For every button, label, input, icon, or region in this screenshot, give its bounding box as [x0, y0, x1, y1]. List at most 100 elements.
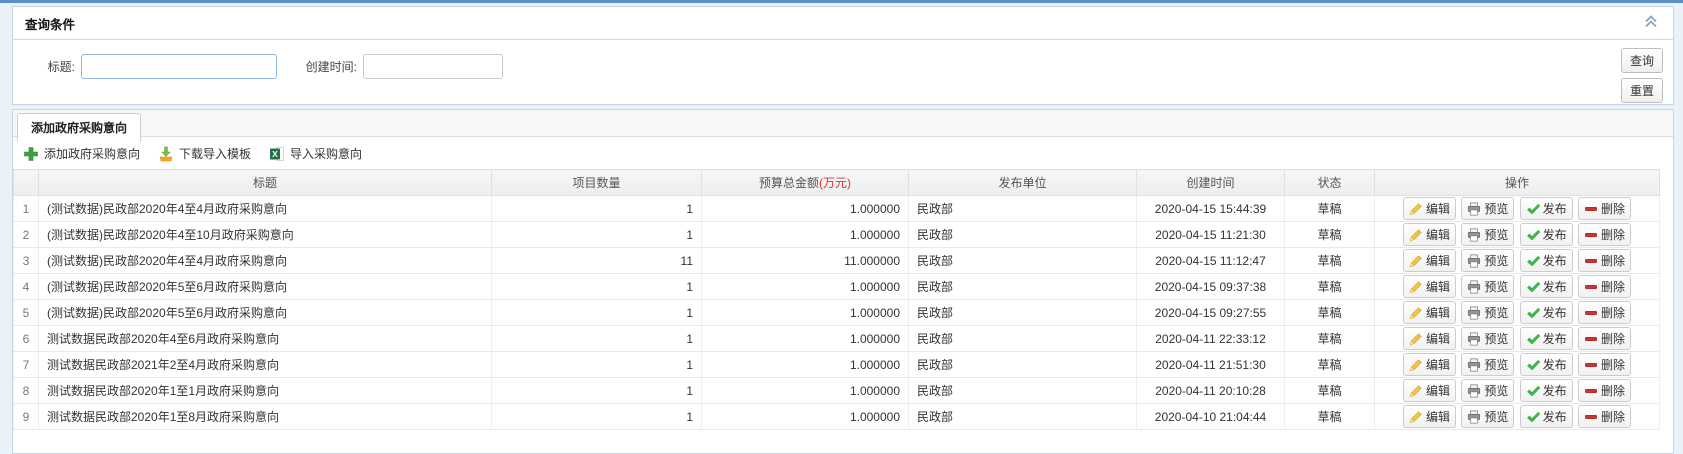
publish-button[interactable]: 发布 [1519, 327, 1573, 350]
minus-icon [1584, 228, 1598, 242]
query-form: 标题: 创建时间: 查询 重置 [13, 40, 1673, 104]
pencil-icon [1409, 280, 1423, 294]
minus-icon [1584, 202, 1598, 216]
preview-button[interactable]: 预览 [1461, 379, 1515, 402]
publish-button[interactable]: 发布 [1519, 353, 1573, 376]
top-accent-bar [0, 0, 1683, 3]
row-project-count: 1 [491, 325, 702, 352]
procurement-intentions-table: 标题 项目数量 预算总金额(万元) 发布单位 创建时间 状态 操作 1 (测试数… [13, 169, 1660, 430]
pencil-icon [1409, 306, 1423, 320]
check-icon [1526, 254, 1540, 268]
delete-button[interactable]: 删除 [1578, 405, 1632, 428]
column-header-count: 项目数量 [491, 169, 702, 196]
delete-button[interactable]: 删除 [1578, 223, 1632, 246]
preview-button[interactable]: 预览 [1461, 249, 1515, 272]
delete-button[interactable]: 删除 [1578, 275, 1632, 298]
row-index: 5 [13, 299, 39, 326]
procurement-table-panel: 添加政府采购意向 添加政府采购意向 下载导入模板 X 导入采购意向 标题 项目数… [12, 109, 1674, 454]
row-actions: 编辑 预览 发布 删除 [1374, 247, 1660, 274]
publish-button[interactable]: 发布 [1519, 223, 1573, 246]
delete-button[interactable]: 删除 [1578, 327, 1632, 350]
excel-icon: X [269, 146, 285, 162]
row-index: 8 [13, 377, 39, 404]
delete-button[interactable]: 删除 [1578, 301, 1632, 324]
row-created-time: 2020-04-10 21:04:44 [1136, 403, 1285, 430]
pencil-icon [1409, 410, 1423, 424]
table-header: 标题 项目数量 预算总金额(万元) 发布单位 创建时间 状态 操作 [13, 169, 1660, 196]
check-icon [1526, 384, 1540, 398]
row-index: 2 [13, 221, 39, 248]
row-budget-total: 1.000000 [701, 325, 909, 352]
edit-button[interactable]: 编辑 [1402, 405, 1456, 428]
edit-button[interactable]: 编辑 [1402, 249, 1456, 272]
svg-text:X: X [272, 149, 278, 159]
preview-button[interactable]: 预览 [1461, 301, 1515, 324]
publish-button[interactable]: 发布 [1519, 275, 1573, 298]
plus-icon [23, 146, 39, 162]
edit-button[interactable]: 编辑 [1402, 275, 1456, 298]
minus-icon [1584, 410, 1598, 424]
publish-button[interactable]: 发布 [1519, 405, 1573, 428]
row-created-time: 2020-04-15 15:44:39 [1136, 195, 1285, 222]
delete-button[interactable]: 删除 [1578, 353, 1632, 376]
check-icon [1526, 358, 1540, 372]
printer-icon [1467, 280, 1481, 294]
row-actions: 编辑 预览 发布 删除 [1374, 299, 1660, 326]
minus-icon [1584, 384, 1598, 398]
publish-button[interactable]: 发布 [1519, 197, 1573, 220]
table-row: 6 测试数据民政部2020年4至6月政府采购意向 1 1.000000 民政部 … [13, 325, 1660, 352]
minus-icon [1584, 306, 1598, 320]
row-publish-org: 民政部 [908, 325, 1137, 352]
created-time-input[interactable] [363, 54, 503, 79]
delete-button[interactable]: 删除 [1578, 197, 1632, 220]
row-budget-total: 1.000000 [701, 377, 909, 404]
search-button[interactable]: 查询 [1620, 48, 1663, 73]
row-publish-org: 民政部 [908, 351, 1137, 378]
publish-button[interactable]: 发布 [1519, 301, 1573, 324]
table-body: 1 (测试数据)民政部2020年4至4月政府采购意向 1 1.000000 民政… [13, 195, 1660, 430]
row-publish-org: 民政部 [908, 377, 1137, 404]
collapse-panel-button[interactable] [1643, 13, 1661, 29]
delete-button[interactable]: 删除 [1578, 379, 1632, 402]
check-icon [1526, 280, 1540, 294]
reset-button[interactable]: 重置 [1620, 78, 1663, 103]
row-budget-total: 1.000000 [701, 299, 909, 326]
import-procurement-intention-label: 导入采购意向 [290, 147, 363, 161]
edit-button[interactable]: 编辑 [1402, 301, 1456, 324]
preview-button[interactable]: 预览 [1461, 327, 1515, 350]
preview-button[interactable]: 预览 [1461, 405, 1515, 428]
preview-button[interactable]: 预览 [1461, 275, 1515, 298]
import-procurement-intention-button[interactable]: X 导入采购意向 [269, 145, 362, 162]
preview-button[interactable]: 预览 [1461, 353, 1515, 376]
created-time-field-label: 创建时间: [305, 60, 357, 74]
edit-button[interactable]: 编辑 [1402, 197, 1456, 220]
preview-button[interactable]: 预览 [1461, 223, 1515, 246]
edit-button[interactable]: 编辑 [1402, 353, 1456, 376]
row-created-time: 2020-04-15 11:12:47 [1136, 247, 1285, 274]
edit-button[interactable]: 编辑 [1402, 223, 1456, 246]
download-import-template-button[interactable]: 下载导入模板 [158, 145, 251, 162]
printer-icon [1467, 332, 1481, 346]
printer-icon [1467, 254, 1481, 268]
row-title: (测试数据)民政部2020年4至4月政府采购意向 [38, 247, 492, 274]
delete-button[interactable]: 删除 [1578, 249, 1632, 272]
row-actions: 编辑 预览 发布 删除 [1374, 325, 1660, 352]
publish-button[interactable]: 发布 [1519, 249, 1573, 272]
row-title: 测试数据民政部2021年2至4月政府采购意向 [38, 351, 492, 378]
row-index: 4 [13, 273, 39, 300]
download-import-template-label: 下载导入模板 [179, 147, 252, 161]
printer-icon [1467, 410, 1481, 424]
row-index: 9 [13, 403, 39, 430]
row-publish-org: 民政部 [908, 221, 1137, 248]
row-budget-total: 1.000000 [701, 273, 909, 300]
row-project-count: 11 [491, 247, 702, 274]
edit-button[interactable]: 编辑 [1402, 327, 1456, 350]
edit-button[interactable]: 编辑 [1402, 379, 1456, 402]
printer-icon [1467, 358, 1481, 372]
add-procurement-intention-button[interactable]: 添加政府采购意向 [23, 145, 140, 162]
tab-add-procurement-intention[interactable]: 添加政府采购意向 [17, 113, 142, 142]
publish-button[interactable]: 发布 [1519, 379, 1573, 402]
row-index: 1 [13, 195, 39, 222]
preview-button[interactable]: 预览 [1461, 197, 1515, 220]
title-input[interactable] [81, 54, 277, 79]
